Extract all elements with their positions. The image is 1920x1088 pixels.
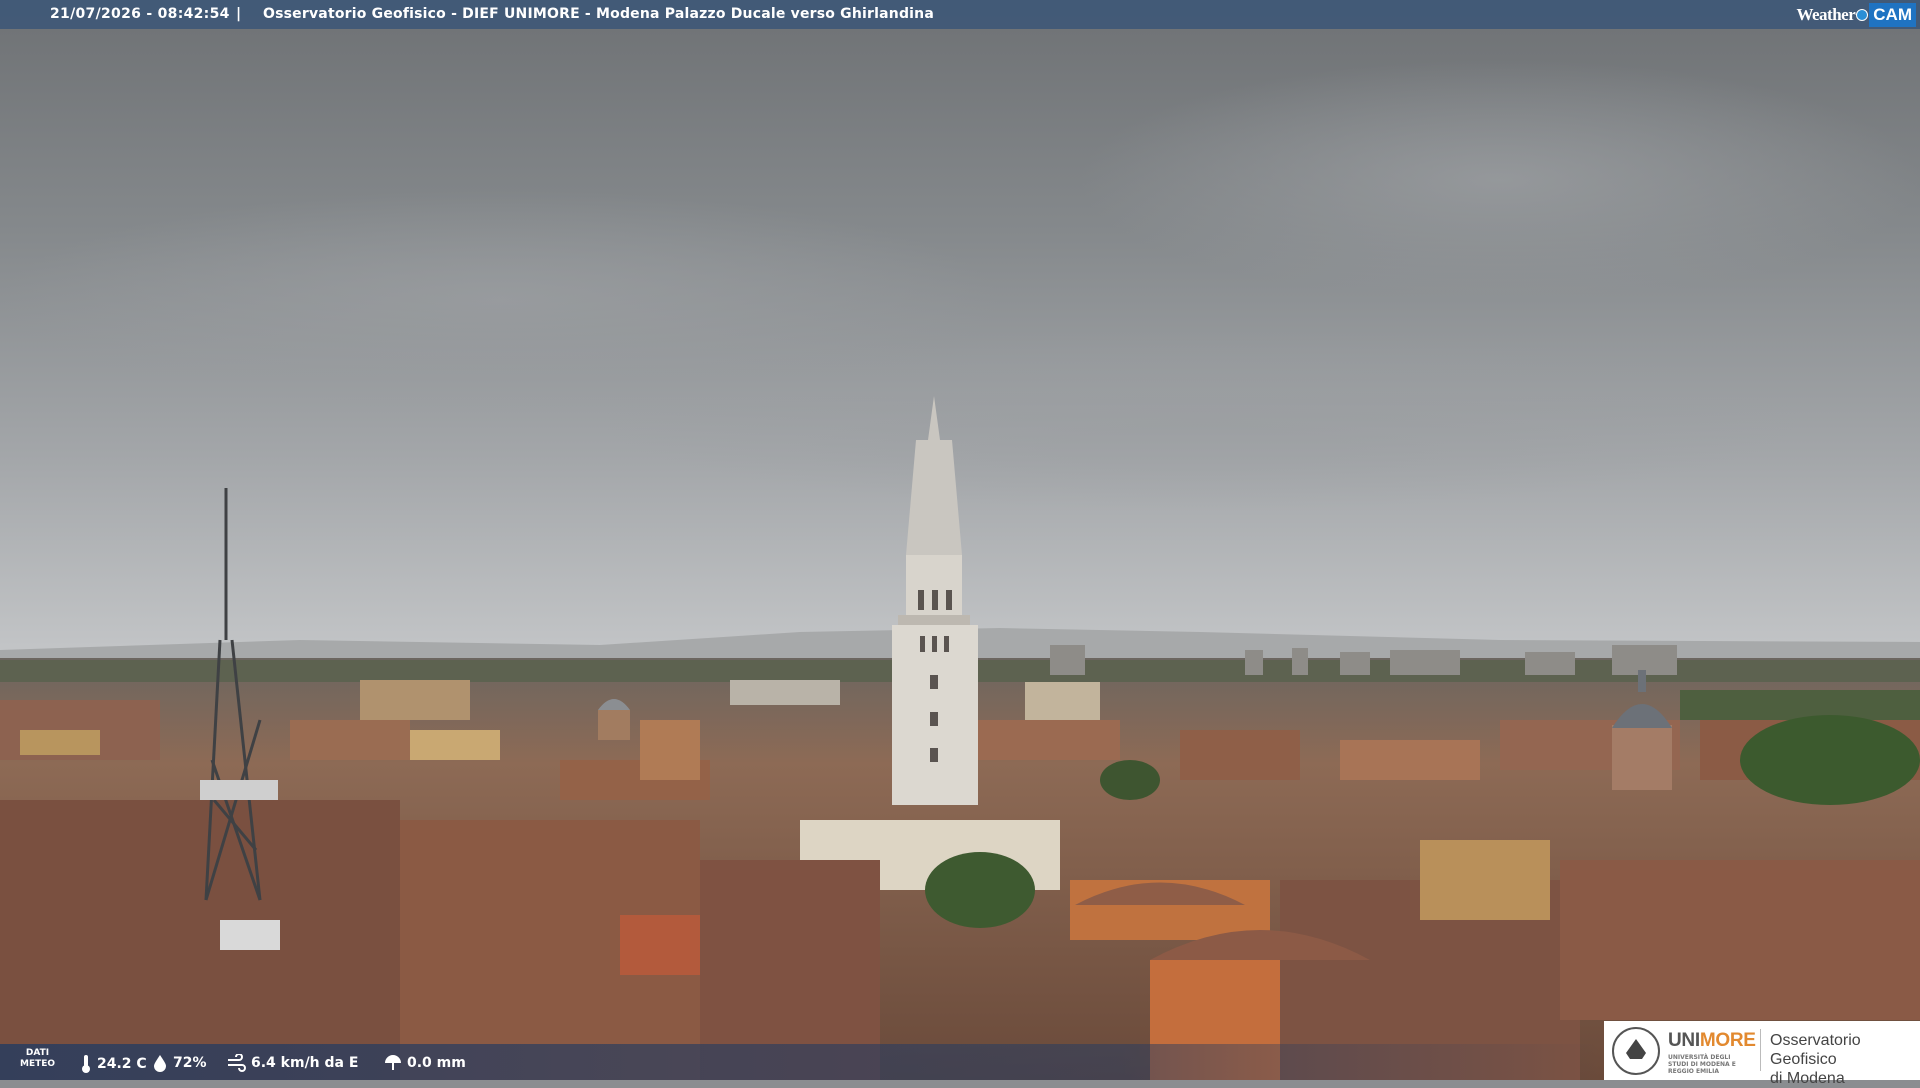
timestamp: 21/07/2026 - 08:42:54 [50,6,230,22]
camera-title: Osservatorio Geofisico - DIEF UNIMORE - … [263,6,934,22]
webcam-scene [0,0,1920,1080]
unimore-subtitle: UNIVERSITÀ DEGLI STUDI DI MODENA E REGGI… [1668,1054,1736,1075]
weathercam-logo: Weather CAM [1796,0,1920,29]
observatory-name: Osservatorio Geofisico di Modena [1770,1032,1861,1087]
thermometer-icon [82,1055,90,1073]
temperature-reading: 24.2 C [80,1054,147,1074]
humidity-reading: 72% [152,1054,207,1072]
logo-divider [1760,1029,1761,1071]
wind-reading: 6.4 km/h da E [226,1054,358,1072]
weather-data-bar: DATI METEO 24.2 C 72% 6.4 km/h da E 0.0 … [0,1044,1600,1080]
weather-data-label: DATI METEO [20,1048,56,1069]
unimore-seal-icon [1612,1027,1660,1075]
humidity-drop-icon [154,1055,166,1072]
unimore-wordmark: UNIMORE [1668,1030,1756,1051]
unimore-logo-panel: UNIMORE UNIVERSITÀ DEGLI STUDI DI MODENA… [1604,1021,1920,1087]
weathercam-cam-text: CAM [1869,2,1916,27]
header-bar: 21/07/2026 - 08:42:54 | Osservatorio Geo… [0,0,1920,29]
rain-reading: 0.0 mm [384,1054,466,1072]
weathercam-weather-text: Weather [1796,4,1856,24]
header-separator: | [236,6,242,22]
trees [925,852,1035,928]
rain-umbrella-icon [385,1055,401,1070]
weathercam-dot-icon [1856,8,1869,21]
wind-icon [228,1054,246,1072]
